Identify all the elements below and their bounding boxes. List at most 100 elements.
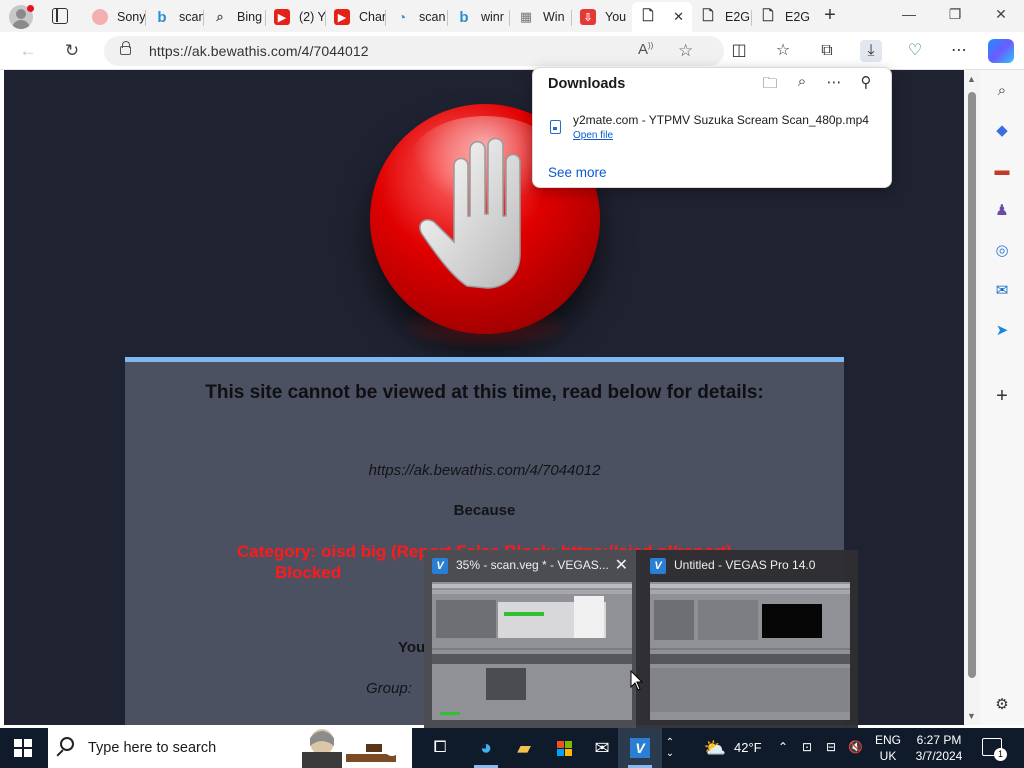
restore-button[interactable]: ❐ xyxy=(943,6,967,26)
bing-icon: b xyxy=(157,8,167,26)
block-title: This site cannot be viewed at this time,… xyxy=(205,382,764,403)
downloads-flyout: Downloads 🗀 ⌕ ⋯ ⚲ y2mate.com - YTPMV Suz… xyxy=(532,67,892,188)
because-label: Because xyxy=(453,502,516,519)
search-downloads-icon[interactable]: ⌕ xyxy=(791,73,813,93)
task-view-icon[interactable]: ⧠ xyxy=(418,728,462,768)
browser-essentials-icon[interactable]: ♡ xyxy=(904,40,926,62)
search-placeholder[interactable]: Type here to search xyxy=(88,740,216,756)
settings-more-icon[interactable]: ⋯ xyxy=(948,40,970,62)
tab-label: scan xyxy=(419,10,446,24)
tab-winr[interactable]: b winr xyxy=(448,4,510,30)
back-button[interactable]: ← xyxy=(16,40,40,62)
tab-e2g-2[interactable]: 🗋 E2G xyxy=(752,4,812,30)
weather-icon[interactable]: ⛅ xyxy=(700,728,730,768)
downloads-icon[interactable]: ⤓ xyxy=(860,40,882,62)
page-scrollbar[interactable]: ▲ ▼ xyxy=(964,70,980,725)
see-more-link[interactable]: See more xyxy=(548,165,607,180)
notification-count-badge: 1 xyxy=(994,748,1007,761)
navigation-bar: ← ↻ https://ak.bewathis.com/4/7044012 A)… xyxy=(0,32,1024,70)
download-icon: ⇩ xyxy=(580,9,596,25)
profile-notification-dot xyxy=(27,5,34,12)
thumbnail-title: 35% - scan.veg * - VEGAS... xyxy=(456,558,609,572)
tab-youtube-2[interactable]: ▶ (2) Y xyxy=(266,4,326,30)
taskbar-search-box[interactable]: Type here to search xyxy=(48,728,412,768)
search-icon xyxy=(60,737,74,751)
windows-start-icon[interactable] xyxy=(14,739,32,757)
video-file-icon xyxy=(550,120,561,134)
sidebar-settings-icon[interactable]: ⚙ xyxy=(991,694,1013,716)
sony-favicon-icon xyxy=(92,9,108,25)
favorite-star-icon[interactable]: ☆ xyxy=(678,41,693,61)
volume-muted-icon[interactable]: 🔇 xyxy=(848,740,863,754)
language-code[interactable]: ENG xyxy=(874,733,902,747)
refresh-button[interactable]: ↻ xyxy=(60,40,84,62)
copilot-icon[interactable] xyxy=(988,39,1014,63)
taskbar-thumbnail-preview: V 35% - scan.veg * - VEGAS... ✕ V Untitl… xyxy=(424,550,858,728)
tab-win[interactable]: ▦ Win xyxy=(510,4,572,30)
clock-time[interactable]: 6:27 PM xyxy=(910,733,968,747)
meet-now-icon[interactable]: ⊡ xyxy=(802,740,812,754)
tab-label: (2) Y xyxy=(299,10,326,24)
thumbnail-untitled-vegas[interactable]: V Untitled - VEGAS Pro 14.0 xyxy=(642,550,854,728)
youtube-icon: ▶ xyxy=(274,9,290,25)
tab-active[interactable]: 🗋 ✕ xyxy=(632,2,692,32)
close-window-icon[interactable]: ✕ xyxy=(615,555,628,575)
add-sidebar-app-icon[interactable]: + xyxy=(991,385,1013,407)
tab-actions-icon[interactable] xyxy=(52,8,68,24)
tab-label: Win xyxy=(543,10,565,24)
more-options-icon[interactable]: ⋯ xyxy=(823,73,845,93)
games-icon[interactable]: ♟ xyxy=(991,200,1013,222)
tab-scan-2[interactable]: ◔ scan xyxy=(386,4,448,30)
address-url[interactable]: https://ak.bewathis.com/4/7044012 xyxy=(149,43,369,59)
split-screen-icon[interactable]: ◫ xyxy=(728,40,750,62)
search-icon[interactable]: ⌕ xyxy=(991,80,1013,102)
region-code[interactable]: UK xyxy=(874,749,902,763)
tools-briefcase-icon[interactable]: ▬ xyxy=(991,160,1013,182)
tab-label: Char xyxy=(359,10,386,24)
tab-bing[interactable]: ⌕ Bing xyxy=(204,4,266,30)
cortana-icon[interactable] xyxy=(370,728,414,768)
windows-taskbar: Type here to search ⧠ ◕ ▰ ✉ V ⌃ ⌄ ⛅ 42°F… xyxy=(0,728,1024,768)
vegas-pro-taskbar-icon[interactable]: V xyxy=(618,728,662,768)
open-folder-icon[interactable]: 🗀 xyxy=(759,73,781,93)
minimize-button[interactable]: — xyxy=(897,6,921,26)
pin-icon[interactable]: ⚲ xyxy=(855,73,877,93)
tab-sony[interactable]: Sony xyxy=(84,4,146,30)
tab-label: E2G xyxy=(725,10,751,24)
tab-scan[interactable]: b scan xyxy=(146,4,204,30)
bing-icon: b xyxy=(459,8,469,26)
collections-icon[interactable]: ⧉ xyxy=(816,40,838,62)
taskbar-scroll-icon[interactable]: ⌃ ⌄ xyxy=(660,728,680,768)
weather-temperature[interactable]: 42°F xyxy=(734,740,762,755)
network-icon[interactable]: ⊟ xyxy=(826,740,836,754)
edge-sidebar: ⌕ ◆ ▬ ♟ ◎ ✉ ➤ + ⚙ xyxy=(980,70,1024,725)
tab-char[interactable]: ▶ Char xyxy=(326,4,386,30)
clock-date[interactable]: 3/7/2024 xyxy=(910,749,968,763)
close-tab-icon[interactable]: ✕ xyxy=(673,9,684,25)
outlook-icon[interactable]: ✉ xyxy=(991,280,1013,302)
open-file-link[interactable]: Open file xyxy=(573,130,613,141)
new-tab-button[interactable]: + xyxy=(820,5,840,26)
lock-icon[interactable] xyxy=(120,41,131,55)
close-window-button[interactable]: ✕ xyxy=(989,6,1013,26)
show-hidden-icons-chevron-icon[interactable]: ⌃ xyxy=(778,740,788,754)
tab-e2g[interactable]: 🗋 E2G xyxy=(692,4,752,30)
vegas-icon: V xyxy=(432,558,448,574)
favorites-icon[interactable]: ☆ xyxy=(772,40,794,62)
address-bar[interactable]: https://ak.bewathis.com/4/7044012 A)) ☆ xyxy=(104,36,724,66)
shopping-tag-icon[interactable]: ◆ xyxy=(991,120,1013,142)
scrollbar-thumb[interactable] xyxy=(968,92,976,678)
read-aloud-icon[interactable]: A)) xyxy=(638,41,653,58)
scroll-down-arrow-icon[interactable]: ▼ xyxy=(967,711,976,721)
thumbnail-scan-veg[interactable]: V 35% - scan.veg * - VEGAS... ✕ xyxy=(424,550,636,728)
download-file-name[interactable]: y2mate.com - YTPMV Suzuka Scream Scan_48… xyxy=(573,113,869,127)
tab-youtube-download[interactable]: ⇩ You xyxy=(572,4,632,30)
scroll-up-arrow-icon[interactable]: ▲ xyxy=(967,74,976,84)
file-explorer-icon[interactable]: ▰ xyxy=(502,728,546,768)
blocked-url: https://ak.bewathis.com/4/7044012 xyxy=(368,462,601,479)
drop-send-icon[interactable]: ➤ xyxy=(991,320,1013,342)
page-icon: 🗋 xyxy=(642,7,654,23)
thumbnail-image xyxy=(432,582,632,720)
microsoft-365-icon[interactable]: ◎ xyxy=(991,240,1013,262)
page-icon: 🗋 xyxy=(762,7,774,23)
